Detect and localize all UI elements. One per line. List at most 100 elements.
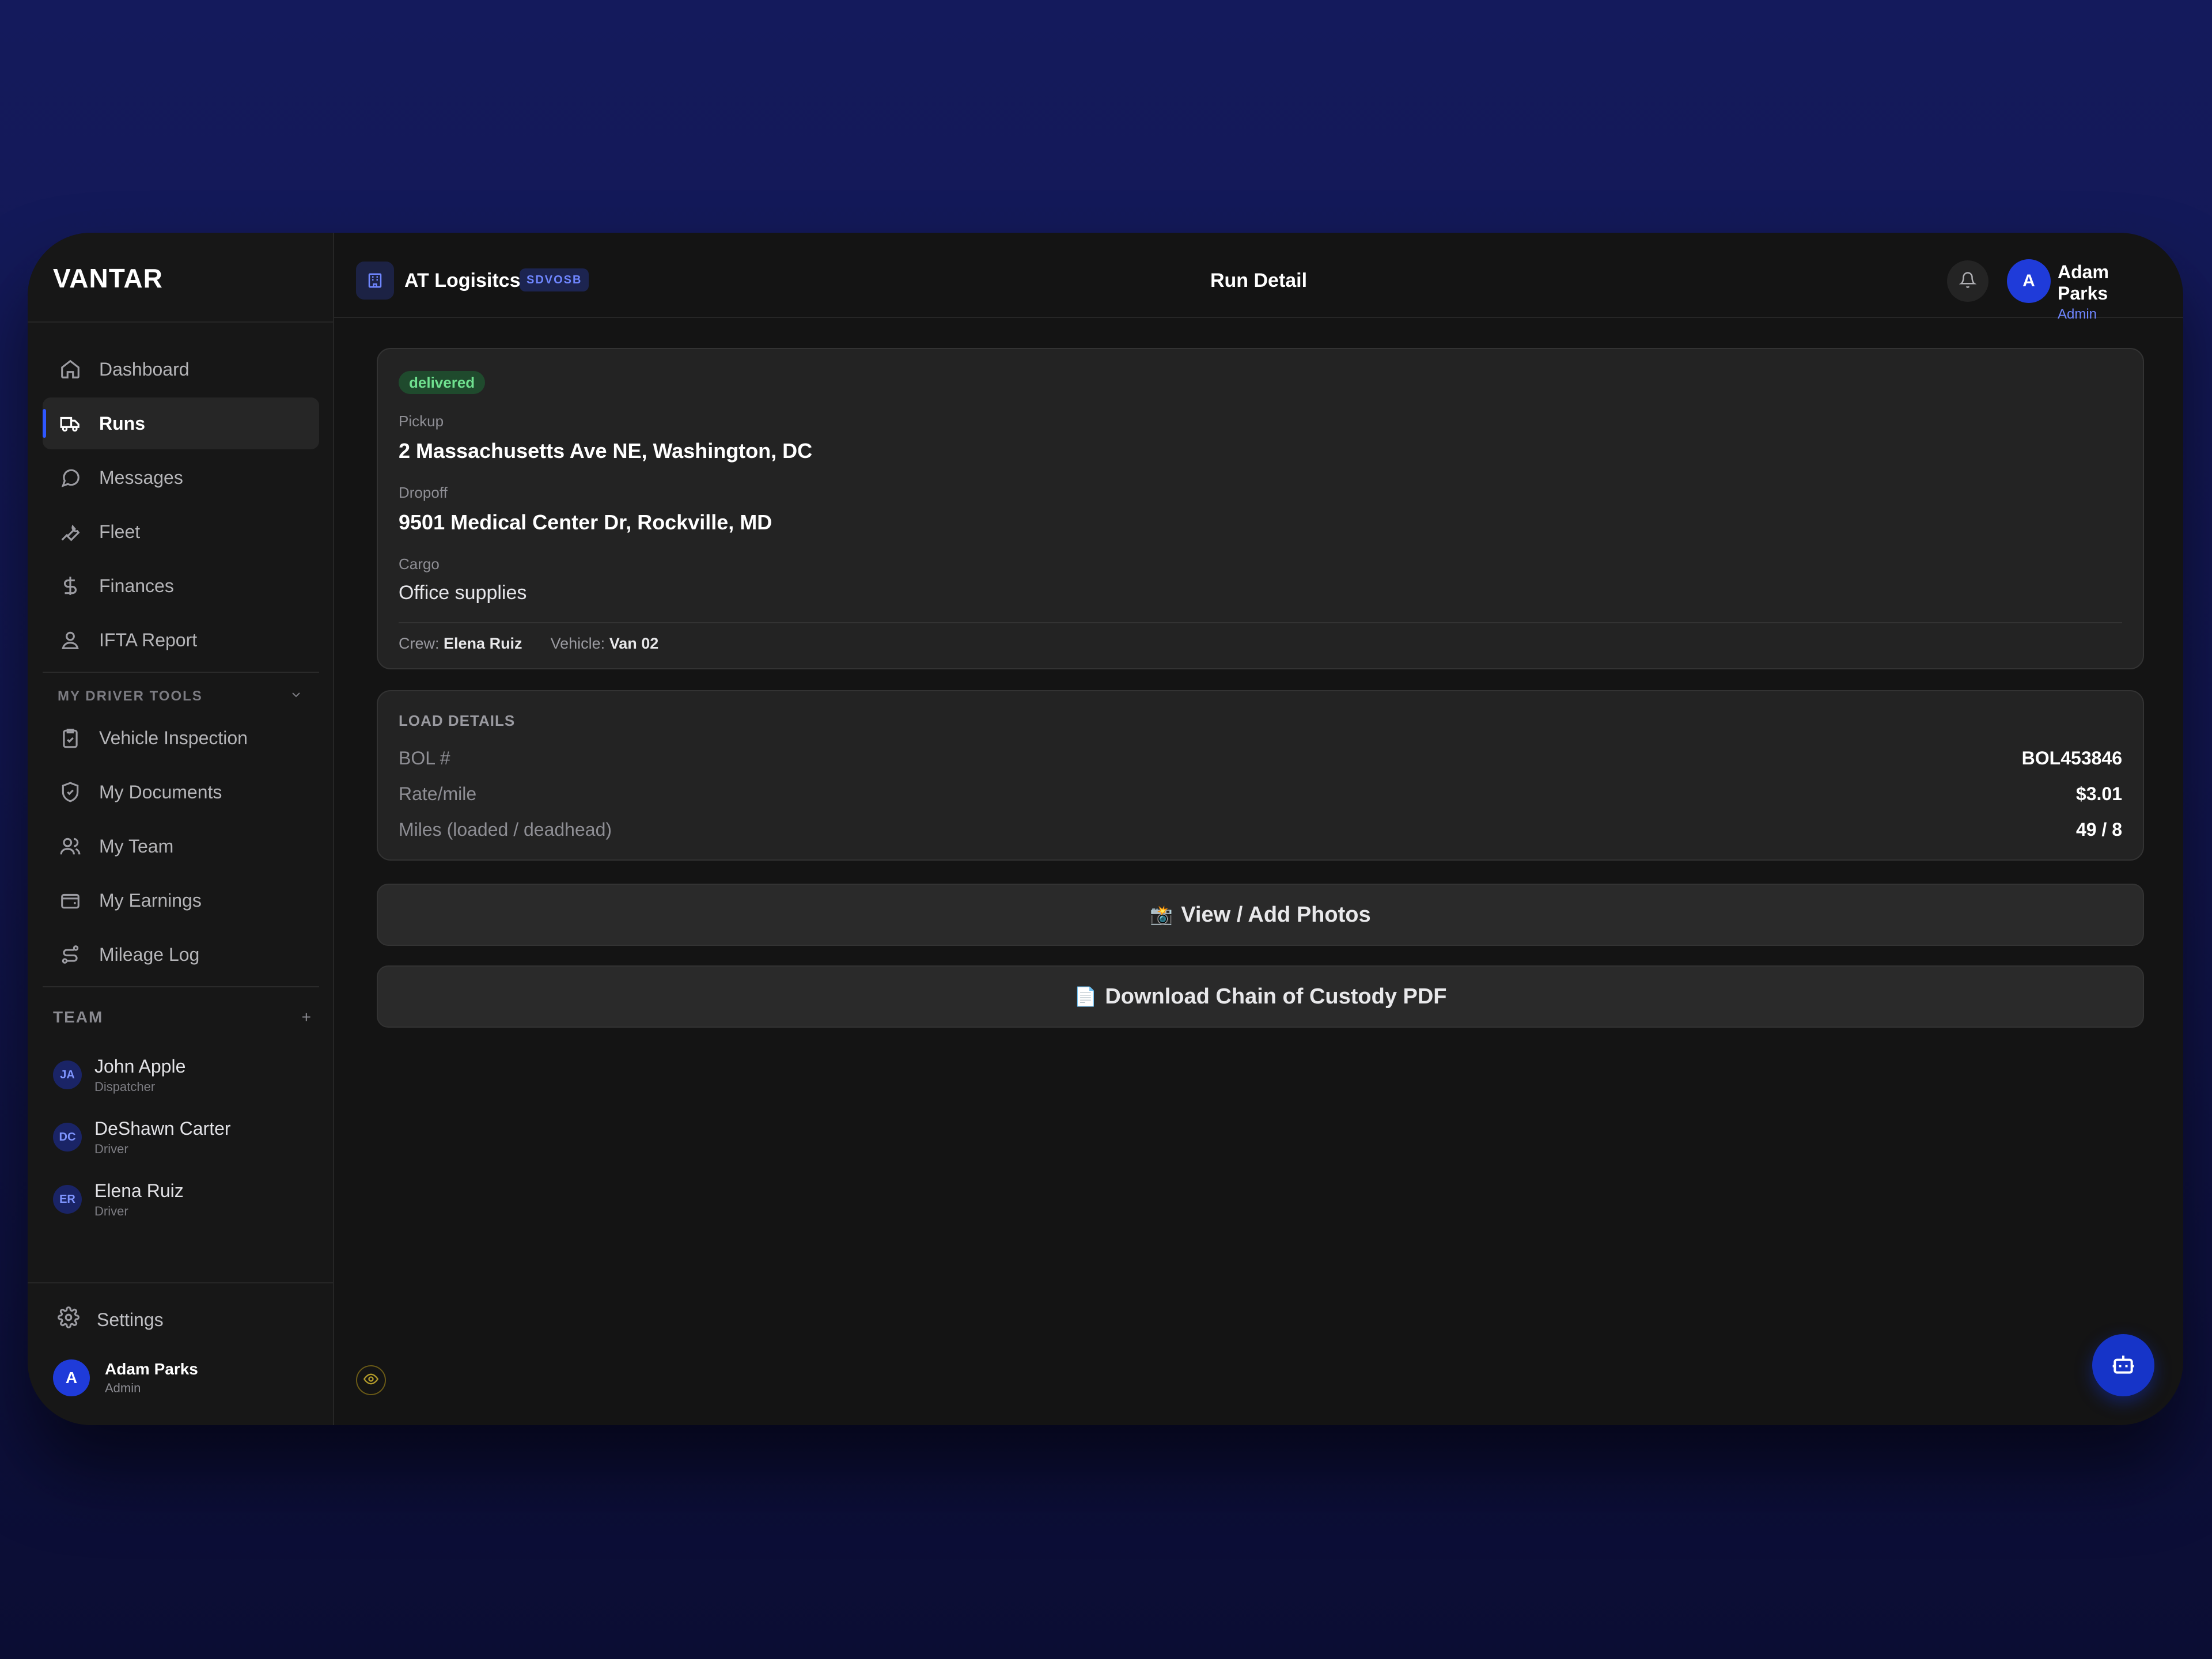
avatar: ER bbox=[53, 1185, 82, 1214]
nav-item-my-team[interactable]: My Team bbox=[43, 820, 319, 872]
nav-item-messages[interactable]: Messages bbox=[43, 452, 319, 503]
button-label: Download Chain of Custody PDF bbox=[1105, 984, 1447, 1009]
shield-check-icon bbox=[59, 781, 82, 804]
sidebar-user[interactable]: A Adam Parks Admin bbox=[53, 1359, 198, 1396]
team-member[interactable]: DC DeShawn Carter Driver bbox=[53, 1106, 312, 1168]
divider bbox=[28, 1282, 333, 1283]
team-list: JA John Apple Dispatcher DC DeShawn Cart… bbox=[53, 1044, 312, 1230]
user-role: Admin bbox=[105, 1381, 141, 1395]
nav-item-fleet[interactable]: Fleet bbox=[43, 506, 319, 558]
add-team-member-button[interactable]: + bbox=[302, 1008, 312, 1027]
nav-item-label: IFTA Report bbox=[99, 629, 198, 650]
divider bbox=[28, 321, 333, 323]
pickup-address: 2 Massachusetts Ave NE, Washington, DC bbox=[399, 439, 813, 463]
users-icon bbox=[59, 835, 82, 858]
nav-item-dashboard[interactable]: Dashboard bbox=[43, 343, 319, 395]
divider bbox=[43, 986, 319, 987]
notifications-button[interactable] bbox=[1947, 260, 1988, 302]
nav-item-my-documents[interactable]: My Documents bbox=[43, 766, 319, 818]
nav-item-settings[interactable]: Settings bbox=[58, 1300, 164, 1340]
nav-item-label: My Earnings bbox=[99, 889, 202, 911]
message-icon bbox=[59, 466, 82, 489]
driver-tools-toggle[interactable]: MY DRIVER TOOLS bbox=[43, 681, 319, 712]
load-details-title: LOAD DETAILS bbox=[399, 712, 516, 729]
home-icon bbox=[59, 358, 82, 381]
load-row-value: BOL453846 bbox=[2021, 747, 2122, 768]
nav-item-label: Fleet bbox=[99, 521, 141, 542]
member-role: Dispatcher bbox=[94, 1079, 156, 1094]
bot-icon bbox=[2111, 1351, 2136, 1380]
load-row: Miles (loaded / deadhead) 49 / 8 bbox=[399, 812, 2122, 847]
dollar-icon bbox=[59, 574, 82, 597]
view-add-photos-button[interactable]: 📸 View / Add Photos bbox=[377, 884, 2144, 946]
button-label: View / Add Photos bbox=[1181, 902, 1371, 927]
download-pdf-button[interactable]: 📄 Download Chain of Custody PDF bbox=[377, 965, 2144, 1028]
pickup-label: Pickup bbox=[399, 412, 444, 430]
user-name: Adam Parks bbox=[2058, 262, 2109, 304]
crew-vehicle-line: Crew: Elena Ruiz Vehicle: Van 02 bbox=[399, 635, 658, 653]
nav-item-label: Mileage Log bbox=[99, 944, 200, 965]
sidebar: VANTAR Dashboard Runs Messages Fleet Fin… bbox=[28, 233, 334, 1425]
map-pin-user-icon bbox=[59, 628, 82, 652]
divider bbox=[43, 672, 319, 673]
clipboard-check-icon bbox=[59, 726, 82, 749]
assistant-button[interactable] bbox=[2092, 1334, 2154, 1396]
member-name: John Apple bbox=[94, 1055, 186, 1077]
team-member[interactable]: ER Elena Ruiz Driver bbox=[53, 1168, 312, 1230]
nav-item-label: My Team bbox=[99, 835, 174, 857]
team-member[interactable]: JA John Apple Dispatcher bbox=[53, 1044, 312, 1106]
load-row-label: Rate/mile bbox=[399, 783, 477, 804]
user-name: Adam Parks bbox=[105, 1360, 198, 1378]
gear-icon bbox=[58, 1306, 97, 1333]
top-user-info[interactable]: Adam Parks Admin bbox=[2058, 262, 2164, 323]
main-content: AT Logisitcs SDVOSB Run Detail A Adam Pa… bbox=[334, 233, 2183, 1425]
nav-item-label: Runs bbox=[99, 412, 145, 434]
avatar: A bbox=[53, 1359, 90, 1396]
app-window: VANTAR Dashboard Runs Messages Fleet Fin… bbox=[28, 233, 2183, 1425]
nav-item-my-earnings[interactable]: My Earnings bbox=[43, 874, 319, 926]
status-badge: delivered bbox=[399, 371, 486, 394]
dropoff-label: Dropoff bbox=[399, 484, 448, 501]
cargo-label: Cargo bbox=[399, 555, 440, 573]
member-role: Driver bbox=[94, 1203, 128, 1218]
nav-item-label: My Documents bbox=[99, 781, 222, 802]
section-heading: MY DRIVER TOOLS bbox=[58, 688, 203, 704]
vehicle-value: Van 02 bbox=[609, 635, 659, 652]
nav-item-label: Finances bbox=[99, 575, 174, 596]
load-row-value: 49 / 8 bbox=[2075, 819, 2122, 840]
user-role: Admin bbox=[2058, 306, 2097, 322]
load-row: Rate/mile $3.01 bbox=[399, 777, 2122, 811]
truck-icon bbox=[59, 412, 82, 435]
avatar[interactable]: A bbox=[2007, 259, 2051, 303]
member-name: Elena Ruiz bbox=[94, 1180, 184, 1201]
visibility-toggle-button[interactable] bbox=[356, 1365, 386, 1395]
nav-item-mileage-log[interactable]: Mileage Log bbox=[43, 929, 319, 980]
nav-item-ifta-report[interactable]: IFTA Report bbox=[43, 614, 319, 666]
cargo-value: Office supplies bbox=[399, 582, 527, 604]
dropoff-address: 9501 Medical Center Dr, Rockville, MD bbox=[399, 510, 772, 534]
run-summary-card: delivered Pickup 2 Massachusetts Ave NE,… bbox=[377, 348, 2144, 669]
nav-item-finances[interactable]: Finances bbox=[43, 560, 319, 612]
wallet-icon bbox=[59, 889, 82, 912]
team-heading: TEAM bbox=[53, 1008, 104, 1026]
bell-icon bbox=[1959, 271, 1977, 291]
nav-item-vehicle-inspection[interactable]: Vehicle Inspection bbox=[43, 712, 319, 764]
nav-item-runs[interactable]: Runs bbox=[43, 397, 319, 449]
team-section-header: TEAM + bbox=[53, 1008, 312, 1027]
divider bbox=[399, 622, 2122, 623]
member-name: DeShawn Carter bbox=[94, 1118, 231, 1139]
settings-label: Settings bbox=[97, 1309, 164, 1330]
main-nav: Dashboard Runs Messages Fleet Finances I… bbox=[43, 343, 319, 995]
vehicle-label: Vehicle: bbox=[550, 635, 605, 652]
eye-icon bbox=[363, 1371, 379, 1390]
nav-item-label: Messages bbox=[99, 467, 183, 488]
crew-label: Crew: bbox=[399, 635, 440, 652]
load-row: BOL # BOL453846 bbox=[399, 741, 2122, 775]
nav-item-label: Dashboard bbox=[99, 358, 190, 380]
avatar: JA bbox=[53, 1060, 82, 1089]
load-row-label: Miles (loaded / deadhead) bbox=[399, 819, 612, 840]
brand-logo[interactable]: VANTAR bbox=[53, 263, 163, 294]
avatar: DC bbox=[53, 1123, 82, 1152]
top-bar: AT Logisitcs SDVOSB Run Detail A Adam Pa… bbox=[334, 233, 2183, 322]
crew-value: Elena Ruiz bbox=[444, 635, 522, 652]
